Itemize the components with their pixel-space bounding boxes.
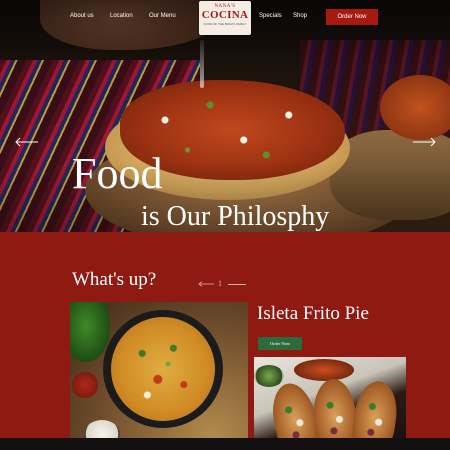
nav-link-our-menu[interactable]: Our Menu <box>149 13 176 19</box>
nachos-image <box>70 302 248 450</box>
order-now-button[interactable]: Order Now <box>326 9 378 25</box>
hero-subtitle: is Our Philosphy <box>141 201 330 232</box>
pager-next-line[interactable] <box>228 284 246 285</box>
brand-logo[interactable]: NANA'S COCINA FOOD OF THE BRAVO FAMILY <box>199 1 251 35</box>
pager-number: 1 <box>218 279 222 288</box>
hero-title: Food <box>72 149 163 198</box>
nav-link-about-us[interactable]: About us <box>70 13 94 19</box>
tacos-image <box>254 357 406 450</box>
nav-link-shop[interactable]: Shop <box>293 13 307 19</box>
logo-name: COCINA <box>201 9 249 21</box>
pager-prev-icon[interactable] <box>198 281 214 287</box>
nav-link-location[interactable]: Location <box>110 13 133 19</box>
arrow-left-icon[interactable] <box>15 137 39 147</box>
featured-order-button[interactable]: Order Now <box>258 337 302 350</box>
nav-link-specials[interactable]: Specials <box>259 13 282 19</box>
section-heading: What's up? <box>72 269 157 290</box>
carousel-pager[interactable]: 1 <box>198 279 248 289</box>
logo-tagline: FOOD OF THE BRAVO FAMILY <box>203 22 247 26</box>
featured-item-title: Isleta Frito Pie <box>257 303 369 324</box>
arrow-right-icon[interactable] <box>412 137 436 147</box>
